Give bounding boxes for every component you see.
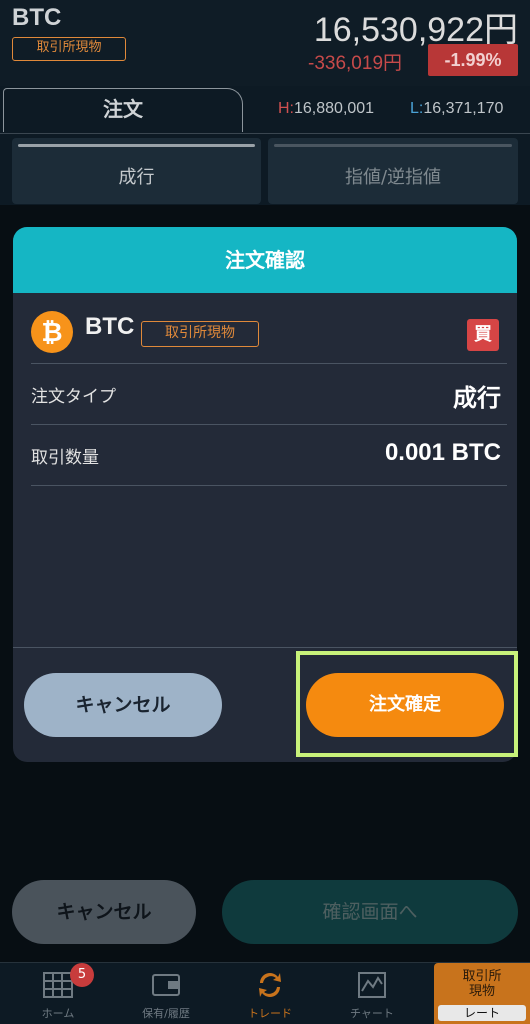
market-badge: 取引所現物	[141, 321, 259, 347]
tab-order[interactable]: 注文	[3, 88, 243, 132]
order-type-tabs: 成行 指値/逆指値	[12, 138, 518, 204]
low-price: L:16,371,170	[410, 100, 503, 118]
tab-rate[interactable]: 取引所 現物 レート	[434, 963, 530, 1024]
tab-limit-order[interactable]: 指値/逆指値	[268, 138, 518, 204]
wallet-icon	[152, 974, 180, 996]
high-label: H:	[278, 100, 294, 117]
tab-trade-label: トレード	[248, 1007, 292, 1020]
tab-home[interactable]: 5 ホーム	[8, 963, 108, 1024]
tab-holdings-label: 保有/履歴	[142, 1007, 190, 1020]
coin-info-row: ₿ BTC 取引所現物 買	[13, 293, 517, 365]
tab-rate-title-line2: 現物	[468, 984, 495, 999]
tab-holdings[interactable]: 保有/履歴	[116, 963, 216, 1024]
tab-chart-label: チャート	[350, 1007, 394, 1020]
high-price: H:16,880,001	[278, 100, 374, 118]
exchange-arrows-icon	[259, 973, 281, 997]
quantity-value: 0.001 BTC	[384, 439, 501, 466]
quantity-label: 取引数量	[31, 448, 99, 468]
coin-symbol: BTC	[85, 313, 135, 340]
tab-rate-title-line1: 取引所	[462, 969, 502, 984]
tab-trade[interactable]: トレード	[220, 963, 320, 1024]
dialog-title: 注文確認	[13, 227, 517, 293]
trade-screen: BTC 取引所現物 16,530,922円 -336,019円 -1.99% 注…	[0, 0, 530, 1024]
dialog-divider	[13, 647, 517, 648]
order-type-value: 成行	[453, 385, 501, 412]
quantity-row: 取引数量 0.001 BTC	[31, 424, 507, 484]
market-badge: 取引所現物	[12, 37, 126, 61]
dialog-cancel-button[interactable]: キャンセル	[24, 673, 222, 737]
high-low-row: 注文 H:16,880,001 L:16,371,170	[0, 86, 530, 134]
home-notification-badge: 5	[70, 963, 94, 987]
tab-rate-title: 取引所 現物	[434, 969, 530, 999]
low-value: 16,371,170	[423, 100, 504, 117]
symbol: BTC	[12, 4, 62, 31]
tab-bar: 5 ホーム 保有/履歴 トレード チャート 取引所 現物 レート	[0, 962, 530, 1024]
tab-market-order[interactable]: 成行	[12, 138, 261, 204]
order-type-label: 注文タイプ	[31, 387, 116, 407]
rows-end-divider	[31, 485, 507, 486]
header: BTC 取引所現物 16,530,922円 -336,019円 -1.99%	[0, 0, 530, 86]
tab-chart[interactable]: チャート	[322, 963, 422, 1024]
tab-rate-label: レート	[438, 1005, 526, 1021]
chart-icon	[358, 972, 386, 998]
order-type-row: 注文タイプ 成行	[31, 363, 507, 423]
price-change: -336,019円	[308, 53, 403, 74]
highlight-frame	[296, 651, 518, 757]
low-label: L:	[410, 100, 424, 117]
high-value: 16,880,001	[294, 100, 375, 117]
buy-side-badge: 買	[467, 319, 499, 351]
price-change-pct: -1.99%	[428, 44, 518, 76]
bitcoin-icon: ₿	[31, 311, 73, 353]
tab-home-label: ホーム	[41, 1007, 75, 1020]
